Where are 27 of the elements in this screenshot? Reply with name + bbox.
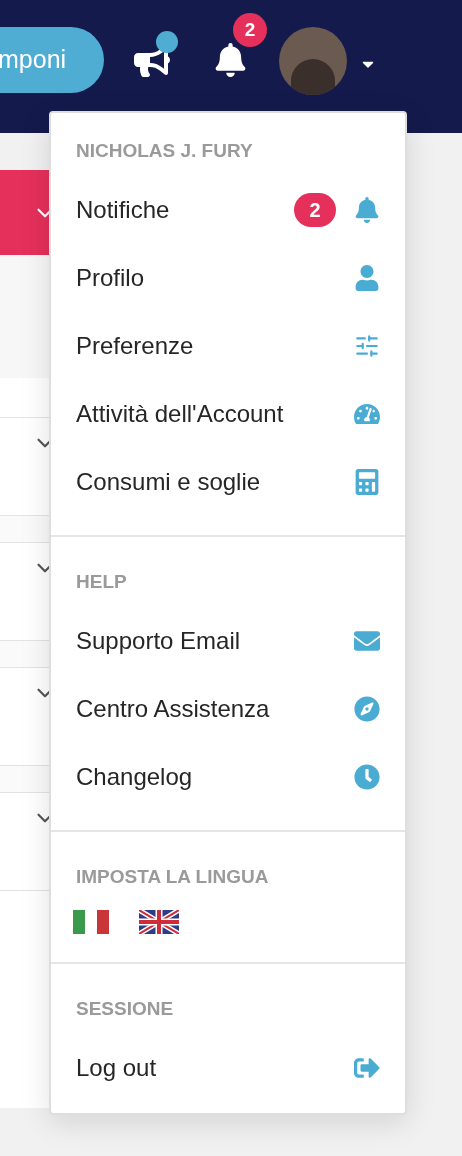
clock-icon xyxy=(354,764,380,790)
menu-link[interactable]: Consumi e soglie xyxy=(76,464,261,500)
bell-icon xyxy=(354,197,380,223)
menu-link[interactable]: Supporto Email xyxy=(76,623,241,659)
envelope-icon xyxy=(354,628,380,654)
menu-link[interactable]: Changelog xyxy=(76,759,193,795)
logout-icon xyxy=(354,1055,380,1081)
user-icon xyxy=(354,265,380,291)
menu-link[interactable]: Attività dell'Account xyxy=(76,396,284,432)
notification-badge: 2 xyxy=(233,13,268,47)
calculator-icon xyxy=(354,469,380,495)
notification-bell-icon[interactable] xyxy=(214,43,248,77)
menu-link[interactable]: Preferenze xyxy=(76,328,194,364)
section-heading: NICHOLAS J. FURY xyxy=(76,139,254,163)
gauge-icon xyxy=(354,401,380,427)
section-heading: SESSIONE xyxy=(76,997,175,1021)
menu-link[interactable]: Centro Assistenza xyxy=(76,691,270,727)
compass-icon xyxy=(354,696,380,722)
menu-link[interactable]: Notifiche xyxy=(76,192,170,228)
menu-link[interactable]: Profilo xyxy=(76,260,145,296)
section-heading: IMPOSTA LA LINGUA xyxy=(76,865,270,889)
count-badge: 2 xyxy=(294,193,336,227)
british-flag-icon[interactable] xyxy=(139,910,179,934)
section-heading: HELP xyxy=(76,570,128,594)
menu-link[interactable]: Log out xyxy=(76,1050,157,1086)
sliders-icon xyxy=(354,333,380,359)
italian-flag-icon[interactable] xyxy=(73,910,109,934)
